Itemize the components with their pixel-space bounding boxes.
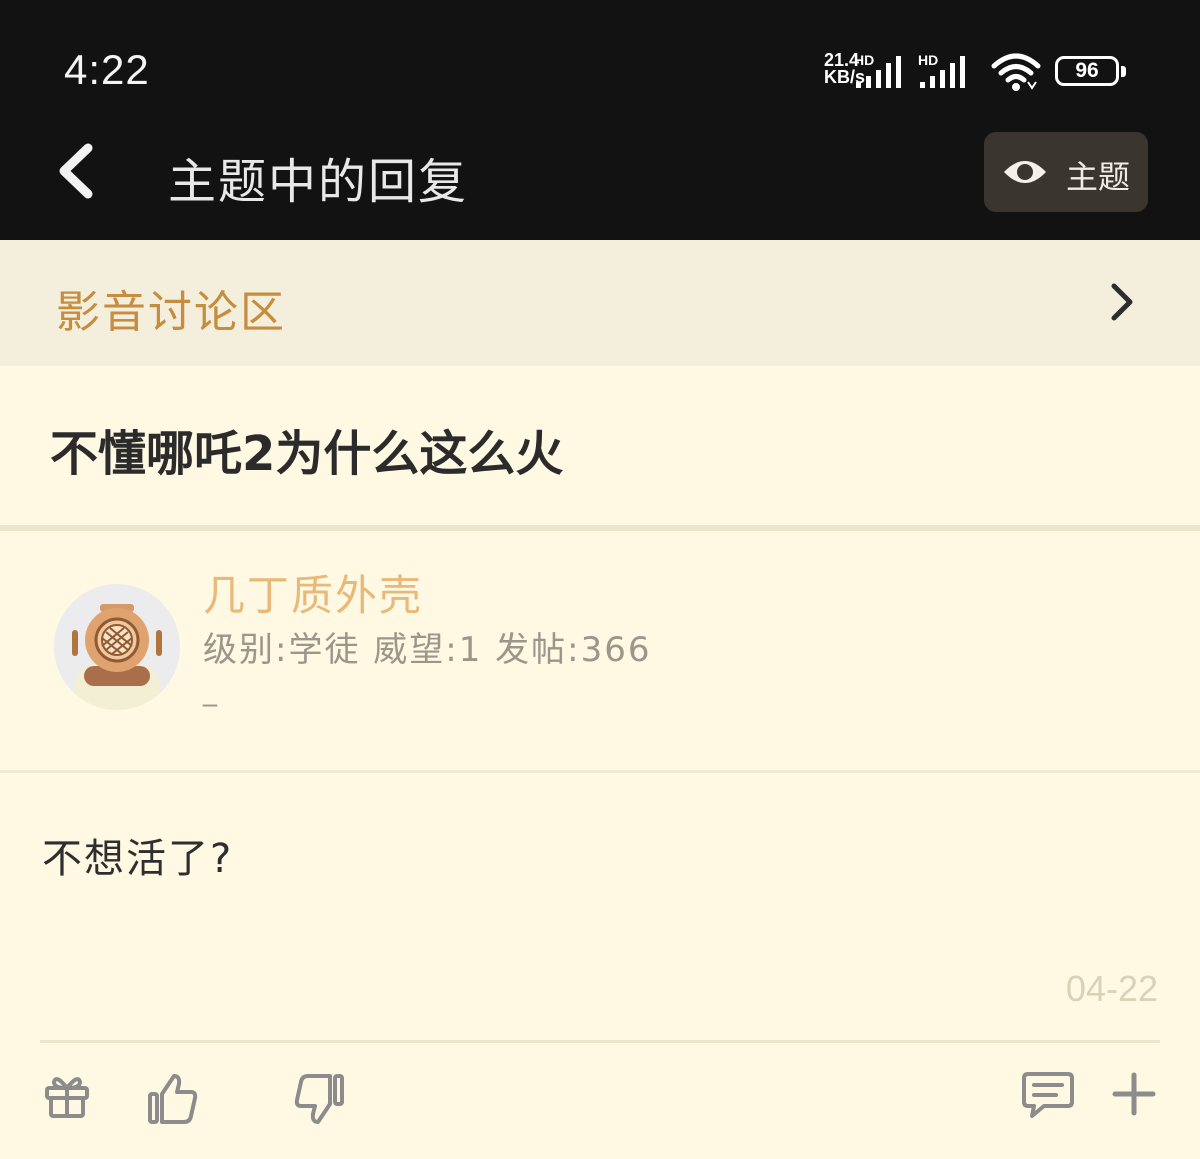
post-content: 不想活了? — [42, 836, 234, 882]
battery-indicator: 96 — [1055, 56, 1126, 86]
thread-title: 不懂哪吒2为什么这么火 — [50, 426, 564, 482]
forum-name[interactable]: 影音讨论区 — [56, 276, 286, 340]
page-title: 主题中的回复 — [168, 154, 469, 210]
reply-button[interactable] — [1022, 1070, 1074, 1124]
thumbs-down-icon — [294, 1074, 344, 1124]
comment-icon — [1022, 1072, 1074, 1118]
author-stats: 级别:学徒 威望:1 发帖:366 — [203, 630, 652, 670]
divider — [0, 770, 1200, 773]
view-topic-button[interactable]: 主题 — [984, 132, 1148, 212]
status-bar: 4:22 21.4 KB/s HD HD 96 — [0, 0, 1200, 130]
gift-button[interactable] — [42, 1070, 92, 1124]
chevron-right-icon — [1111, 283, 1133, 321]
chevron-left-icon — [59, 143, 93, 199]
wifi-icon — [990, 50, 1042, 98]
avatar[interactable] — [54, 584, 180, 710]
status-time: 4:22 — [64, 46, 150, 93]
forum-link-arrow[interactable] — [1106, 282, 1138, 326]
view-topic-label: 主题 — [1066, 158, 1131, 196]
like-button[interactable] — [146, 1072, 200, 1130]
dislike-button[interactable] — [292, 1072, 346, 1130]
divider — [40, 1040, 1160, 1043]
diving-helmet-icon — [71, 604, 163, 710]
eye-icon — [1004, 161, 1046, 183]
author-name[interactable]: 几丁质外壳 — [203, 562, 423, 623]
thumbs-up-icon — [148, 1074, 198, 1124]
more-button[interactable] — [1112, 1072, 1156, 1120]
plus-icon — [1112, 1072, 1156, 1116]
back-button[interactable] — [52, 140, 102, 202]
author-signature: _ — [203, 674, 217, 707]
divider — [0, 525, 1200, 531]
gift-icon — [45, 1077, 89, 1118]
post-date: 04-22 — [1065, 968, 1158, 1009]
